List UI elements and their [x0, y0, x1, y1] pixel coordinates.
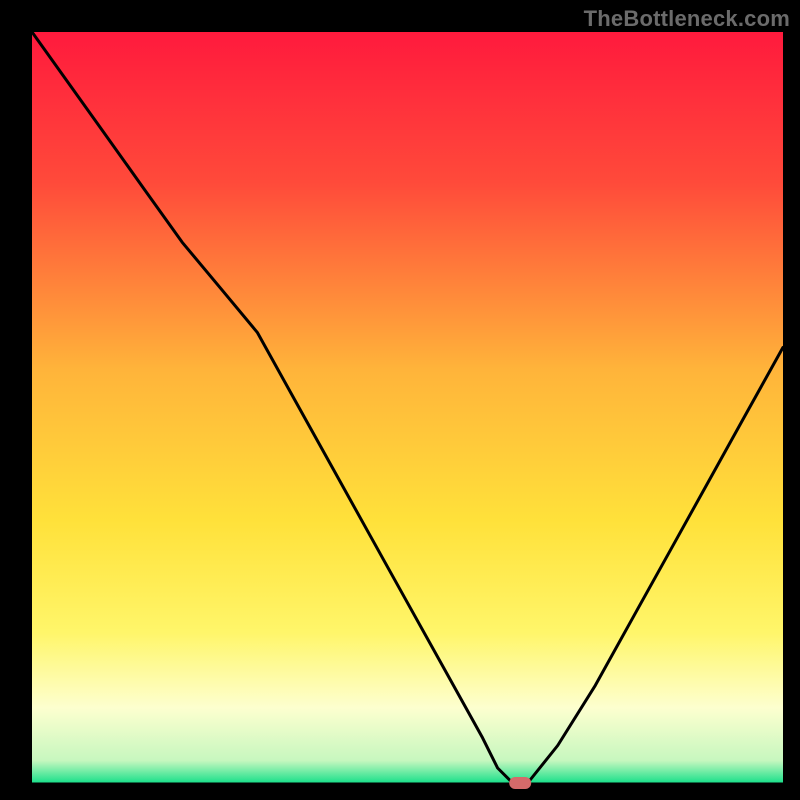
chart-svg — [0, 0, 800, 800]
optimal-marker — [509, 777, 531, 789]
watermark-text: TheBottleneck.com — [584, 6, 790, 32]
plot-background — [32, 32, 783, 783]
chart-root: TheBottleneck.com — [0, 0, 800, 800]
